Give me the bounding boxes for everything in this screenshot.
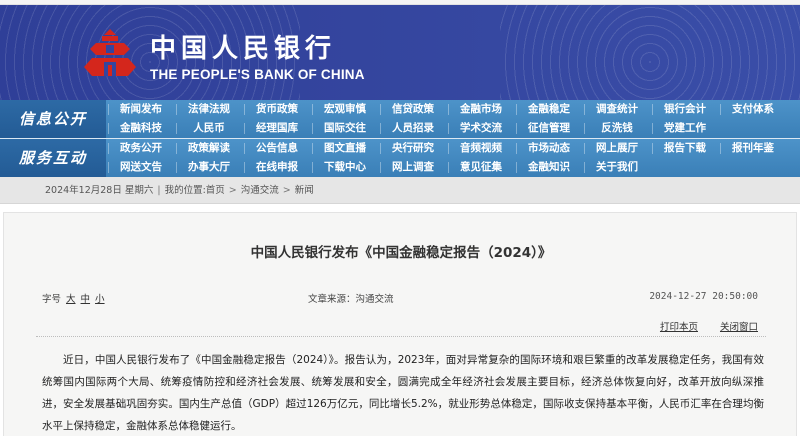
info-nav-item[interactable]: 学术交流	[448, 119, 514, 138]
service-interaction-label: 服务互动	[0, 139, 106, 177]
info-disclosure-nav: 信息公开 新闻发布 法律法规 货币政策 宏观审慎 信贷政策 金融市场 金融稳定 调查统计 银行会…	[0, 100, 800, 138]
info-nav-item[interactable]: 货币政策	[244, 100, 310, 119]
font-size-label: 字号	[42, 294, 62, 305]
article-panel: 中国人民银行发布《中国金融稳定报告（2024）》 字号大中小 文章来源：沟通交流…	[3, 212, 797, 436]
info-nav-item[interactable]: 党建工作	[652, 119, 718, 138]
breadcrumb-separator: >	[228, 185, 237, 196]
article-source: 文章来源：沟通交流	[308, 294, 394, 305]
service-nav-item[interactable]: 政策解读	[176, 139, 242, 158]
info-nav-item[interactable]: 支付体系	[720, 100, 786, 119]
breadcrumb-communication-link[interactable]: 沟通交流	[241, 185, 279, 196]
article-title: 中国人民银行发布《中国金融稳定报告（2024）》	[250, 245, 552, 261]
info-nav-item[interactable]: 征信管理	[516, 119, 582, 138]
info-nav-item[interactable]: 调查统计	[584, 100, 650, 119]
service-nav-item[interactable]: 关于我们	[584, 158, 650, 177]
breadcrumb-bar: 2024年12月28日 星期六 | 我的位置:首页 > 沟通交流 > 新闻	[0, 177, 800, 204]
font-size-controls: 字号大中小	[42, 291, 105, 305]
breadcrumb-news-link[interactable]: 新闻	[295, 185, 314, 196]
service-nav-item[interactable]: 网送文告	[108, 158, 174, 177]
breadcrumb-separator: |	[157, 185, 161, 196]
pboc-emblem-icon[interactable]	[82, 25, 138, 81]
service-nav-item[interactable]: 公告信息	[244, 139, 310, 158]
info-nav-item[interactable]: 人民币	[176, 119, 242, 138]
font-size-large-link[interactable]: 大	[66, 294, 76, 305]
service-interaction-nav: 服务互动 政务公开 政策解读 公告信息 图文直播 央行研究 音频视频 市场动态 网上展厅 报告下…	[0, 139, 800, 177]
info-nav-item[interactable]: 人员招录	[380, 119, 446, 138]
breadcrumb-home-link[interactable]: 首页	[206, 185, 225, 196]
info-nav-grid: 新闻发布 法律法规 货币政策 宏观审慎 信贷政策 金融市场 金融稳定 调查统计 银行会计 支付体系…	[106, 100, 800, 138]
font-size-small-link[interactable]: 小	[95, 294, 105, 305]
service-nav-item[interactable]: 网上调查	[380, 158, 446, 177]
info-nav-item[interactable]: 反洗钱	[584, 119, 650, 138]
service-nav-item[interactable]: 金融知识	[516, 158, 582, 177]
info-nav-item[interactable]: 信贷政策	[380, 100, 446, 119]
info-nav-item[interactable]: 经理国库	[244, 119, 310, 138]
service-nav-item[interactable]: 市场动态	[516, 139, 582, 158]
service-nav-item[interactable]: 网上展厅	[584, 139, 650, 158]
service-nav-item[interactable]: 报刊年鉴	[720, 139, 786, 158]
breadcrumb-separator: >	[282, 185, 291, 196]
close-window-link[interactable]: 关闭窗口	[720, 322, 758, 333]
breadcrumb: 2024年12月28日 星期六 | 我的位置:首页 > 沟通交流 > 新闻	[45, 177, 314, 204]
current-date: 2024年12月28日 星期六	[45, 185, 154, 196]
bank-name-cn: 中国人民银行	[150, 34, 337, 64]
service-nav-item[interactable]: 报告下载	[652, 139, 718, 158]
article-body: 近日，中国人民银行发布了《中国金融稳定报告（2024）》。报告认为，2023年，…	[42, 354, 764, 432]
article-datetime: 2024-12-27 20:50:00	[649, 291, 758, 302]
site-header-banner: 中国人民银行 THE PEOPLE'S BANK OF CHINA	[0, 5, 800, 100]
font-size-medium-link[interactable]: 中	[81, 294, 91, 305]
service-nav-item[interactable]: 下载中心	[312, 158, 378, 177]
info-nav-item[interactable]: 新闻发布	[108, 100, 174, 119]
info-nav-item[interactable]: 银行会计	[652, 100, 718, 119]
service-nav-item[interactable]: 央行研究	[380, 139, 446, 158]
info-nav-item[interactable]: 宏观审慎	[312, 100, 378, 119]
breadcrumb-location-label: 我的位置:	[164, 185, 206, 196]
print-page-link[interactable]: 打印本页	[660, 322, 698, 333]
service-nav-item[interactable]: 音频视频	[448, 139, 514, 158]
service-nav-grid: 政务公开 政策解读 公告信息 图文直播 央行研究 音频视频 市场动态 网上展厅 报告下载 报刊年鉴…	[106, 139, 800, 177]
info-disclosure-label: 信息公开	[0, 100, 106, 138]
info-nav-item[interactable]: 金融稳定	[516, 100, 582, 119]
article-tools: 打印本页 关闭窗口	[638, 319, 758, 333]
service-nav-item[interactable]: 办事大厅	[176, 158, 242, 177]
banner-pattern-right	[500, 5, 800, 100]
info-nav-item[interactable]: 国际交往	[312, 119, 378, 138]
article-divider	[36, 336, 766, 337]
bank-name-en: THE PEOPLE'S BANK OF CHINA	[150, 67, 365, 82]
service-nav-item[interactable]: 图文直播	[312, 139, 378, 158]
service-nav-item[interactable]: 在线申报	[244, 158, 310, 177]
info-nav-item[interactable]: 金融科技	[108, 119, 174, 138]
info-nav-item[interactable]: 法律法规	[176, 100, 242, 119]
info-nav-item[interactable]: 金融市场	[448, 100, 514, 119]
service-nav-item[interactable]: 政务公开	[108, 139, 174, 158]
service-nav-item[interactable]: 意见征集	[448, 158, 514, 177]
